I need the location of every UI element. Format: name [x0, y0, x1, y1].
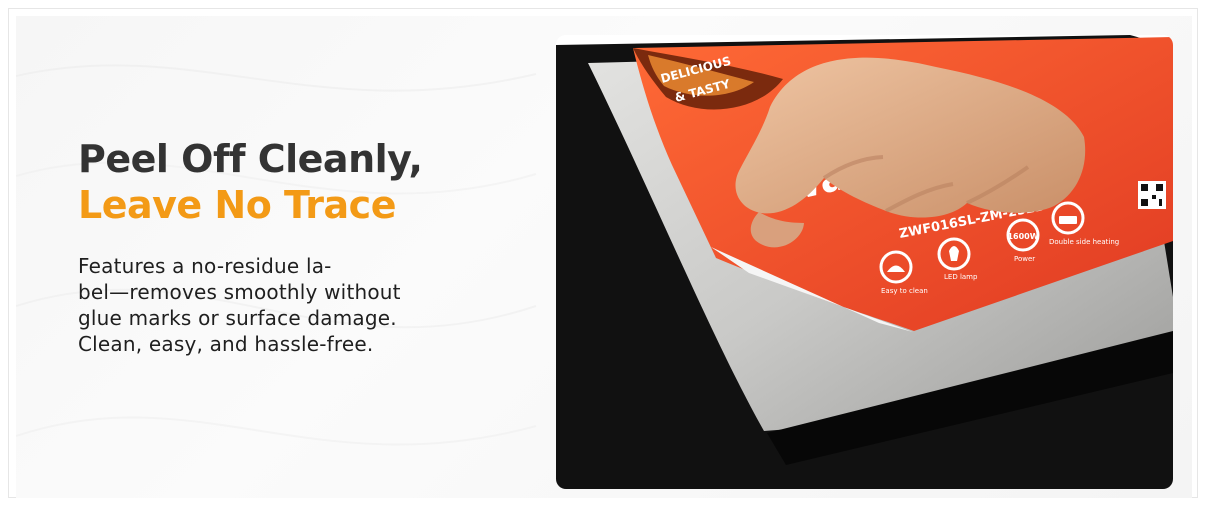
- feature-description: Features a no-residue la- bel—removes sm…: [78, 253, 498, 357]
- description-line: glue marks or surface damage.: [78, 305, 397, 330]
- description-line: Features a no-residue la-: [78, 253, 332, 278]
- feature-copy: Peel Off Cleanly, Leave No Trace Feature…: [78, 136, 498, 357]
- feature-label: LED lamp: [944, 273, 978, 281]
- feature-label: Easy to clean: [881, 287, 928, 295]
- waffle-maker-illustration: DELICIOUS & TASTY Waffle Maker ZWF016SL-…: [556, 35, 1173, 489]
- headline-primary: Peel Off Cleanly,: [78, 137, 423, 181]
- description-line: Clean, easy, and hassle-free.: [78, 331, 374, 356]
- feature-label: Power: [1014, 255, 1035, 263]
- product-photo: DELICIOUS & TASTY Waffle Maker ZWF016SL-…: [556, 35, 1173, 489]
- feature-label: Double side heating: [1049, 238, 1119, 246]
- headline-accent: Leave No Trace: [78, 183, 396, 228]
- feature-headline: Peel Off Cleanly, Leave No Trace: [78, 136, 498, 229]
- power-badge: 1600W: [1007, 232, 1038, 241]
- feature-banner: Peel Off Cleanly, Leave No Trace Feature…: [16, 16, 1192, 498]
- qr-code-icon: [1138, 181, 1166, 209]
- description-line: bel—removes smoothly without: [78, 279, 401, 304]
